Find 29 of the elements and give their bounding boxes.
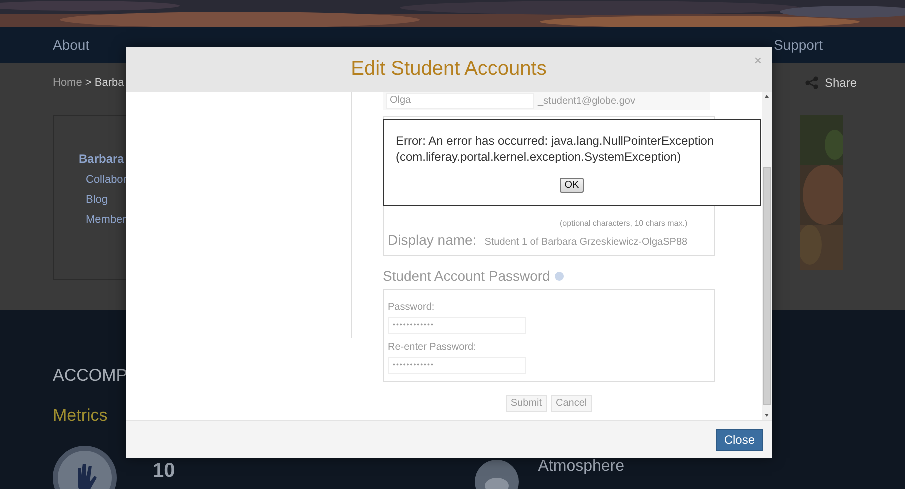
section-title: Student Account Password bbox=[383, 268, 550, 284]
close-button[interactable]: Close bbox=[716, 428, 763, 450]
nav-link[interactable]: Support bbox=[774, 37, 823, 53]
metric-category: Atmosphere bbox=[538, 458, 625, 476]
sidebar-link[interactable]: Blog bbox=[86, 194, 108, 206]
field-label: Password: bbox=[388, 302, 436, 313]
breadcrumb-current: Barba bbox=[94, 77, 124, 89]
display-name-value: Student 1 of Barbara Grzeskiewicz-OlgaSP88 bbox=[484, 237, 688, 248]
sidebar-title: Barbara bbox=[79, 152, 126, 166]
section-subheading: Metrics bbox=[53, 406, 108, 426]
sidebar-link[interactable]: Member bbox=[86, 214, 126, 226]
breadcrumb-link[interactable]: Home bbox=[53, 77, 82, 89]
modal-title: Edit Student Accounts bbox=[351, 58, 547, 81]
nav-link[interactable]: About bbox=[53, 37, 90, 53]
metric-count: 10 bbox=[153, 460, 176, 483]
breadcrumb-separator: > bbox=[85, 77, 92, 89]
share-icon[interactable] bbox=[804, 76, 819, 90]
scrollbar[interactable] bbox=[762, 92, 772, 420]
help-icon[interactable] bbox=[555, 272, 564, 280]
sidebar-link[interactable]: Collabor bbox=[86, 174, 127, 186]
section-heading: ACCOMP bbox=[53, 366, 128, 386]
display-name-label: Display name: bbox=[388, 232, 477, 248]
share-link[interactable]: Share bbox=[824, 76, 857, 90]
error-message: Error: An error has occurred: java.lang.NullPointerException (com.liferay.portal.kernel.exception.SystemException) bbox=[396, 133, 716, 165]
first-name-field[interactable]: Olga bbox=[386, 93, 534, 109]
email-text: _student1@globe.gov bbox=[538, 96, 636, 106]
field-hint: (optional characters, 10 chars max.) bbox=[560, 219, 689, 228]
ok-button[interactable]: OK bbox=[560, 178, 584, 193]
field-label: Re-enter Password: bbox=[388, 342, 478, 353]
